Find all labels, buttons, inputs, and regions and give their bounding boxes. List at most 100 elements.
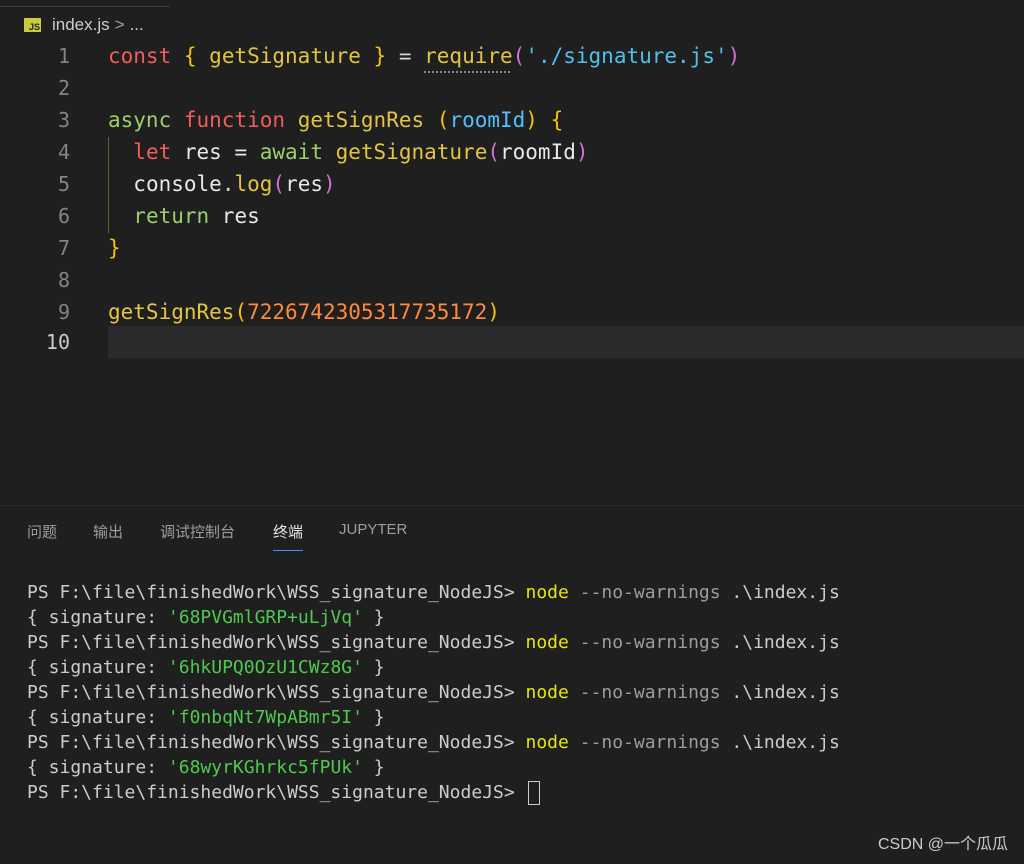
line-number: 7: [57, 236, 70, 260]
brace: {: [550, 108, 564, 132]
code-editor[interactable]: 1 const { getSignature } = require('./si…: [0, 40, 1024, 370]
terminal-command-line: PS F:\file\finishedWork\WSS_signature_No…: [27, 630, 1017, 655]
terminal[interactable]: PS F:\file\finishedWork\WSS_signature_No…: [27, 580, 1017, 805]
tab-debug-console[interactable]: 调试控制台: [160, 521, 235, 550]
paren: ): [575, 140, 589, 164]
terminal-flag: --no-warnings: [568, 582, 721, 603]
code-line-6[interactable]: 6 return res: [0, 200, 1024, 232]
code-line-5[interactable]: 5 console.log(res): [0, 168, 1024, 200]
watermark: CSDN @一个瓜瓜: [877, 836, 1008, 853]
string-literal: './signature.js': [525, 44, 728, 68]
variable: res =: [171, 140, 260, 164]
method-name: log: [234, 172, 273, 196]
keyword-const: const: [108, 44, 172, 68]
argument: roomId: [500, 140, 576, 164]
terminal-command-line: PS F:\file\finishedWork\WSS_signature_No…: [27, 580, 1017, 605]
signature-value: '68wyrKGhrkc5fPUk': [167, 757, 363, 778]
terminal-command: node: [525, 632, 569, 653]
terminal-output-line: { signature: '68PVGmlGRP+uLjVq' }: [27, 605, 1017, 630]
terminal-command-line: PS F:\file\finishedWork\WSS_signature_No…: [27, 680, 1017, 705]
signature-value: 'f0nbqNt7WpABmr5I': [167, 707, 363, 728]
parameter: roomId: [449, 108, 526, 132]
terminal-command: node: [525, 732, 569, 753]
code-line-10-active[interactable]: 10: [0, 326, 1024, 358]
function-call: require: [424, 44, 513, 68]
terminal-input-line[interactable]: PS F:\file\finishedWork\WSS_signature_No…: [27, 780, 1017, 805]
terminal-flag: --no-warnings: [568, 632, 721, 653]
keyword-return: return: [133, 204, 210, 228]
tab-problems[interactable]: 问题: [27, 521, 57, 550]
output-prefix: { signature:: [27, 707, 168, 728]
line-number: 6: [57, 204, 70, 228]
chevron-right-icon: >: [114, 15, 125, 34]
line-number: 2: [57, 76, 70, 100]
line-number: 4: [57, 140, 70, 164]
function-name: getSignRes: [297, 108, 425, 132]
output-prefix: { signature:: [27, 757, 168, 778]
dot: .: [221, 172, 235, 196]
signature-value: '68PVGmlGRP+uLjVq': [167, 607, 363, 628]
keyword-let: let: [133, 140, 172, 164]
output-suffix: }: [362, 707, 385, 728]
number-literal: 7226742305317735172: [247, 300, 488, 324]
brace: {: [183, 44, 197, 68]
keyword-async: async: [108, 108, 172, 132]
code-line-3[interactable]: 3 async function getSignRes (roomId) {: [0, 104, 1024, 136]
panel-tab-bar: 问题 输出 调试控制台 终端 JUPYTER: [0, 505, 1024, 556]
paren: (: [234, 300, 248, 324]
breadcrumb: JS index.js > ...: [0, 6, 170, 43]
tab-output[interactable]: 输出: [93, 521, 123, 550]
output-suffix: }: [362, 657, 385, 678]
keyword-function: function: [183, 108, 286, 132]
tab-terminal[interactable]: 终端: [273, 521, 304, 551]
javascript-file-icon: JS: [24, 18, 41, 32]
terminal-output-line: { signature: '68wyrKGhrkc5fPUk' }: [27, 755, 1017, 780]
output-prefix: { signature:: [27, 607, 168, 628]
breadcrumb-more[interactable]: ...: [130, 15, 144, 35]
paren: (: [487, 140, 500, 164]
line-number: 9: [57, 300, 70, 324]
terminal-output-line: { signature: '6hkUPQ0OzU1CWz8G' }: [27, 655, 1017, 680]
tab-jupyter[interactable]: JUPYTER: [339, 521, 407, 546]
paren: ): [487, 300, 500, 324]
code-line-1[interactable]: 1 const { getSignature } = require('./si…: [0, 40, 1024, 72]
line-number: 5: [57, 172, 70, 196]
terminal-prompt: PS F:\file\finishedWork\WSS_signature_No…: [27, 682, 526, 703]
terminal-argument: .\index.js: [720, 682, 840, 703]
terminal-flag: --no-warnings: [568, 732, 721, 753]
keyword-await: await: [259, 140, 323, 164]
output-prefix: { signature:: [27, 657, 168, 678]
identifier: getSignature: [196, 44, 374, 68]
code-line-9[interactable]: 9 getSignRes(7226742305317735172): [0, 296, 1024, 328]
breadcrumb-file[interactable]: index.js: [52, 15, 110, 35]
brace: }: [108, 236, 121, 260]
output-suffix: }: [362, 757, 385, 778]
terminal-prompt: PS F:\file\finishedWork\WSS_signature_No…: [27, 632, 526, 653]
paren: (: [272, 172, 286, 196]
code-line-2[interactable]: 2: [0, 72, 1024, 104]
terminal-cursor: [527, 781, 540, 805]
code-line-4[interactable]: 4 let res = await getSignature(roomId): [0, 136, 1024, 168]
argument: res: [285, 172, 323, 196]
paren: ): [525, 108, 538, 132]
brace: }: [373, 44, 387, 68]
code-line-7[interactable]: 7 }: [0, 232, 1024, 264]
terminal-output-line: { signature: 'f0nbqNt7WpABmr5I' }: [27, 705, 1017, 730]
object-name: console: [133, 172, 222, 196]
variable: res: [209, 204, 260, 228]
line-number: 8: [57, 268, 70, 292]
paren: ): [323, 172, 336, 196]
terminal-prompt: PS F:\file\finishedWork\WSS_signature_No…: [27, 732, 526, 753]
terminal-command-line: PS F:\file\finishedWork\WSS_signature_No…: [27, 730, 1017, 755]
paren: (: [436, 108, 450, 132]
function-call: getSignature: [335, 140, 488, 164]
function-call: getSignRes: [108, 300, 235, 324]
line-number: 10: [45, 330, 70, 354]
terminal-prompt: PS F:\file\finishedWork\WSS_signature_No…: [27, 782, 526, 803]
terminal-flag: --no-warnings: [568, 682, 721, 703]
terminal-argument: .\index.js: [720, 732, 840, 753]
terminal-argument: .\index.js: [720, 582, 840, 603]
code-line-8[interactable]: 8: [0, 264, 1024, 296]
operator: =: [386, 44, 425, 68]
paren: ): [727, 44, 741, 68]
